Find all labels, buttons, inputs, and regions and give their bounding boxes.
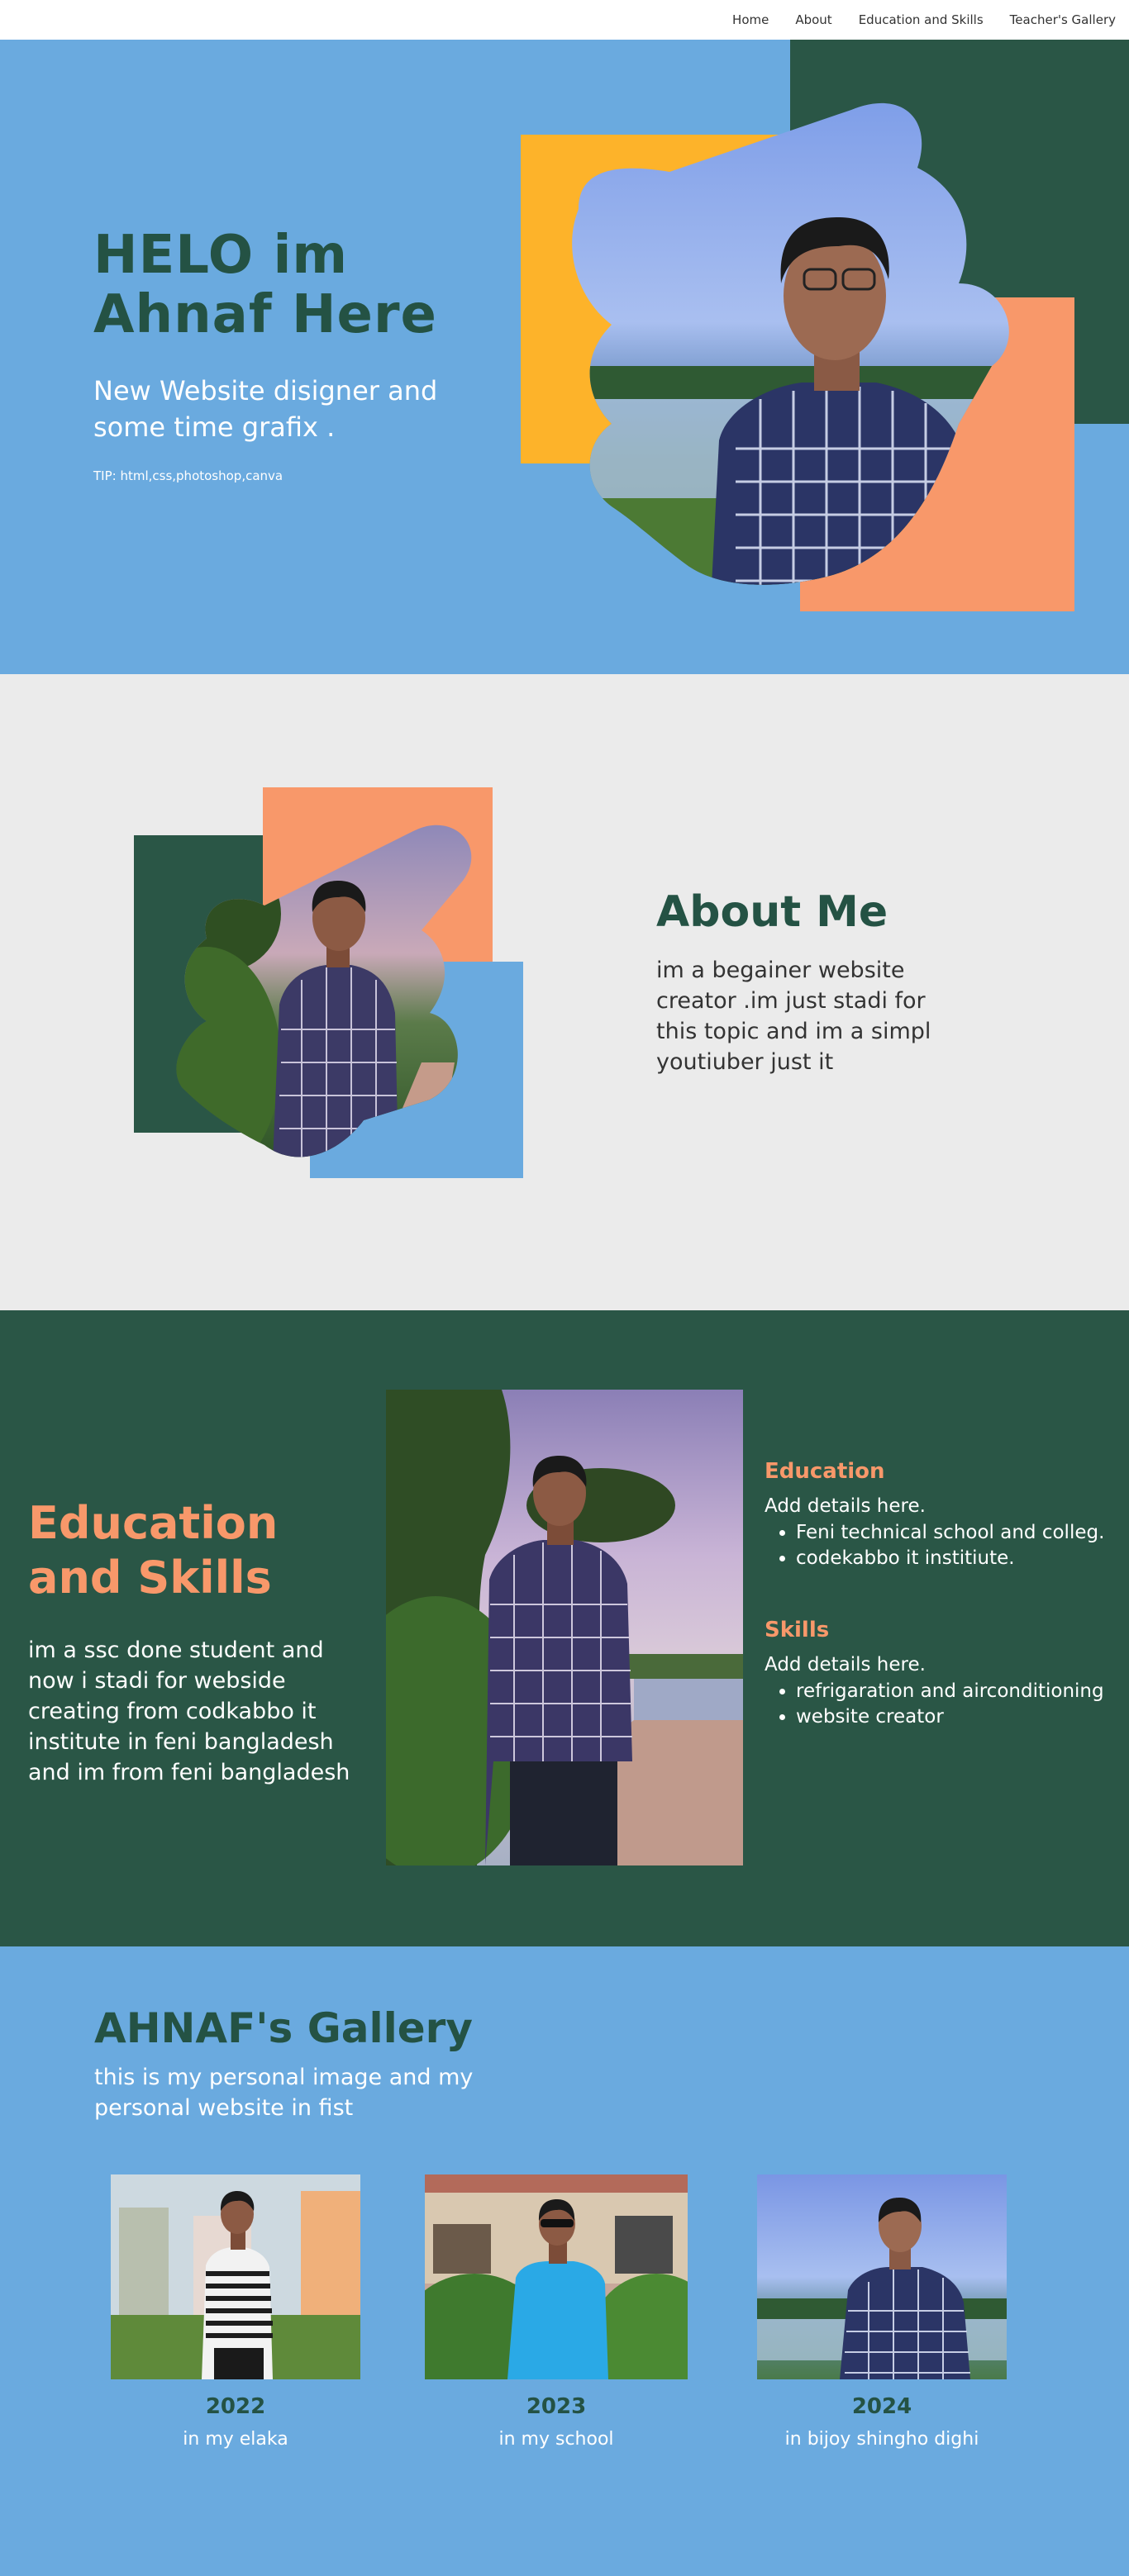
gallery-description: this is my personal image and my persona… — [94, 2065, 474, 2121]
nav-link-home[interactable]: Home — [732, 12, 769, 27]
education-section: Education and Skills im a ssc done stude… — [0, 1310, 1129, 1946]
list-item: website creator — [796, 1704, 1112, 1730]
gallery-caption: in bijoy shingho dighi — [784, 2429, 979, 2450]
education-intro: Education and Skills im a ssc done stude… — [28, 1496, 375, 1788]
list-item: refrigaration and airconditioning — [796, 1679, 1112, 1704]
hero-text: HELO im Ahnaf Here New Website disigner … — [93, 226, 507, 483]
nav-link-education[interactable]: Education and Skills — [859, 12, 984, 27]
gallery-card: 2023 in my school — [425, 2174, 688, 2450]
gallery-card: 2022 in my elaka — [111, 2174, 360, 2450]
about-text: About Me im a begainer website creator .… — [656, 887, 962, 1077]
education-heading: Education — [765, 1459, 885, 1484]
hero-portrait-image — [572, 102, 1009, 585]
gallery-photo[interactable] — [111, 2174, 360, 2379]
nav-link-about[interactable]: About — [795, 12, 831, 27]
education-title: Education and Skills — [28, 1496, 375, 1605]
education-photo — [386, 1390, 743, 1865]
education-list: Feni technical school and colleg. codeka… — [765, 1520, 1112, 1571]
hero-section: HELO im Ahnaf Here New Website disigner … — [0, 40, 1129, 674]
list-item: Feni technical school and colleg. — [796, 1520, 1112, 1546]
nav-link-gallery[interactable]: Teacher's Gallery — [1010, 12, 1116, 27]
hero-title: HELO im Ahnaf Here — [93, 226, 507, 345]
about-section: About Me im a begainer website creator .… — [0, 674, 1129, 1310]
about-title: About Me — [656, 887, 888, 937]
skills-list: refrigaration and airconditioning websit… — [765, 1679, 1112, 1730]
gallery-section: AHNAF's Gallery this is my personal imag… — [0, 1946, 1129, 2574]
gallery-photo[interactable] — [757, 2174, 1007, 2379]
gallery-year: 2024 — [851, 2394, 912, 2419]
gallery-title: AHNAF's Gallery — [94, 2004, 473, 2052]
education-intro-text: Add details here. — [765, 1495, 926, 1517]
list-item: codekabbo it institiute. — [796, 1546, 1112, 1571]
gallery-caption: in my elaka — [183, 2429, 288, 2450]
gallery-card: 2024 in bijoy shingho dighi — [757, 2174, 1007, 2450]
gallery-header: AHNAF's Gallery this is my personal imag… — [94, 2004, 557, 2123]
gallery-year: 2023 — [526, 2394, 587, 2419]
skills-heading: Skills — [765, 1618, 830, 1642]
top-nav: Home About Education and Skills Teacher'… — [0, 0, 1129, 40]
education-title-line1: Education — [28, 1497, 279, 1549]
gallery-caption: in my school — [498, 2429, 614, 2450]
hero-title-line2: Ahnaf Here — [93, 284, 437, 345]
hero-title-line1: HELO im — [93, 225, 349, 286]
about-description: im a begainer website creator .im just s… — [656, 958, 931, 1075]
hero-tip: TIP: html,css,photoshop,canva — [93, 468, 283, 483]
gallery-year: 2022 — [205, 2394, 266, 2419]
education-description: im a ssc done student and now i stadi fo… — [28, 1637, 350, 1785]
skills-block: Skills Add details here. refrigaration a… — [765, 1618, 1112, 1730]
education-details: Education Add details here. Feni technic… — [765, 1459, 1112, 1730]
skills-intro-text: Add details here. — [765, 1654, 926, 1675]
hero-subtitle: New Website disigner and some time grafi… — [93, 375, 438, 443]
about-portrait-image — [176, 825, 472, 1157]
education-title-line2: and Skills — [28, 1552, 272, 1604]
gallery-photo[interactable] — [425, 2174, 688, 2379]
education-block: Education Add details here. Feni technic… — [765, 1459, 1112, 1571]
